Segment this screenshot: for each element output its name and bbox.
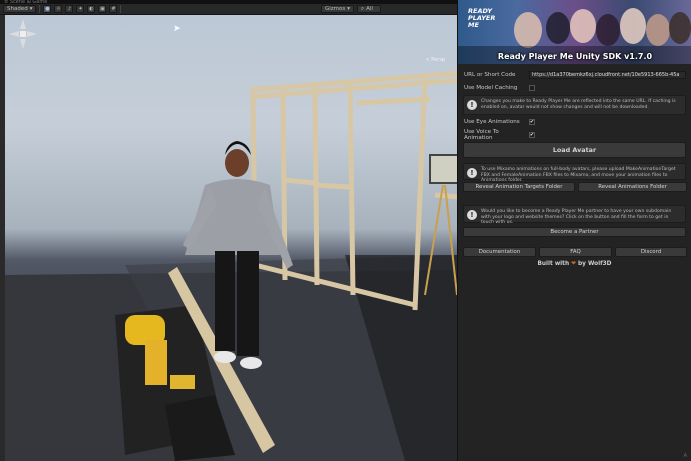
info-icon: ! xyxy=(467,210,477,220)
built-with-prefix: Built with xyxy=(537,261,570,267)
info-icon: ! xyxy=(467,168,477,178)
url-label: URL or Short Code xyxy=(464,72,516,78)
mixamo-help-box: ! To use Mixamo animations on full-body … xyxy=(463,163,686,183)
lighting-toggle-icon[interactable]: ☼ xyxy=(54,5,63,13)
orientation-gizmo-icon[interactable] xyxy=(5,15,41,55)
tape-measure xyxy=(170,375,195,389)
effects-toggle-icon[interactable]: ✦ xyxy=(76,5,85,13)
built-with-credit: Built with ❤ by Wolf3D xyxy=(458,261,691,267)
model-caching-label: Use Model Caching xyxy=(464,85,518,91)
audio-toggle-icon[interactable]: ♪ xyxy=(65,5,74,13)
search-icon: ⌕ xyxy=(361,5,365,12)
mouse-cursor-icon: ➤ xyxy=(173,24,181,34)
toolbar-divider xyxy=(39,5,41,13)
become-partner-button[interactable]: Become a Partner xyxy=(463,227,686,237)
search-field[interactable]: ⌕ All xyxy=(357,5,381,13)
url-input[interactable]: https://d1a370bemkz6xj.cloudfront.net/10… xyxy=(529,71,686,79)
voice-animation-row: Use Voice To Animation ✔ xyxy=(464,129,686,141)
reveal-animation-targets-button[interactable]: Reveal Animation Targets Folder xyxy=(463,182,575,192)
reveal-animations-button[interactable]: Reveal Animations Folder xyxy=(578,182,687,192)
sdk-title: Ready Player Me Unity SDK v1.7.0 xyxy=(497,52,653,61)
info-icon: ! xyxy=(467,100,477,110)
mixamo-help-text: To use Mixamo animations on full-body av… xyxy=(481,167,676,183)
heart-icon: ❤ xyxy=(571,261,576,267)
scene-toolbar: Shaded ▾ ● ☼ ♪ ✦ ◐ ▣ # Gizmos ▾ ⌕ All xyxy=(0,4,457,15)
documentation-button[interactable]: Documentation xyxy=(463,247,536,257)
scene-render xyxy=(5,70,457,461)
gizmos-dropdown[interactable]: Gizmos ▾ xyxy=(320,5,354,13)
eye-animations-row: Use Eye Animations ✔ xyxy=(464,119,686,125)
work-lamp xyxy=(429,154,457,184)
model-caching-row: Use Model Caching xyxy=(464,85,686,91)
eye-animations-label: Use Eye Animations xyxy=(464,119,520,125)
voice-animation-checkbox[interactable]: ✔ xyxy=(529,132,535,138)
discord-button[interactable]: Discord xyxy=(615,247,687,257)
partner-help-text: Would you like to become a Ready Player … xyxy=(481,209,672,225)
ready-player-me-logo: READY PLAYER ME xyxy=(468,7,496,29)
hidden-objects-icon[interactable]: ◐ xyxy=(87,5,96,13)
partner-help-box: ! Would you like to become a Ready Playe… xyxy=(463,205,686,225)
load-avatar-button[interactable]: Load Avatar xyxy=(463,142,686,158)
grid-toggle-icon[interactable]: # xyxy=(109,5,118,13)
eye-animations-checkbox[interactable]: ✔ xyxy=(529,119,535,125)
scene-view[interactable]: ≡ Scene ⊞ Game Shaded ▾ ● ☼ ♪ ✦ ◐ ▣ # Gi… xyxy=(0,0,457,461)
scene-viewport[interactable]: < Persp ➤ xyxy=(5,15,457,461)
shading-mode-dropdown[interactable]: Shaded ▾ xyxy=(3,5,37,13)
perspective-label[interactable]: < Persp xyxy=(425,57,445,63)
caching-help-text: Changes you make to Ready Player Me are … xyxy=(481,99,676,110)
sdk-banner: READY PLAYER ME Ready Player Me Unity SD… xyxy=(458,0,691,64)
voice-animation-label: Use Voice To Animation xyxy=(464,129,499,141)
url-row: URL or Short Code https://d1a370bemkz6xj… xyxy=(464,71,686,79)
camera-settings-icon[interactable]: ▣ xyxy=(98,5,107,13)
ready-player-me-sdk-window: READY PLAYER ME Ready Player Me Unity SD… xyxy=(457,0,691,461)
built-with-suffix: by Wolf3D xyxy=(578,261,612,267)
chevron-down-icon: ▾ xyxy=(347,6,350,12)
gizmos-label: Gizmos xyxy=(324,6,346,12)
search-placeholder: All xyxy=(366,6,373,12)
2d-toggle-icon[interactable]: ● xyxy=(43,5,52,13)
toolbar-divider xyxy=(120,5,122,13)
faq-button[interactable]: FAQ xyxy=(539,247,612,257)
model-caching-checkbox[interactable] xyxy=(529,85,535,91)
chevron-down-icon: ▾ xyxy=(29,6,33,12)
caching-help-box: ! Changes you make to Ready Player Me ar… xyxy=(463,95,686,115)
corner-mark: A xyxy=(683,453,687,459)
power-drill xyxy=(145,340,167,385)
shading-mode-label: Shaded xyxy=(7,6,28,12)
